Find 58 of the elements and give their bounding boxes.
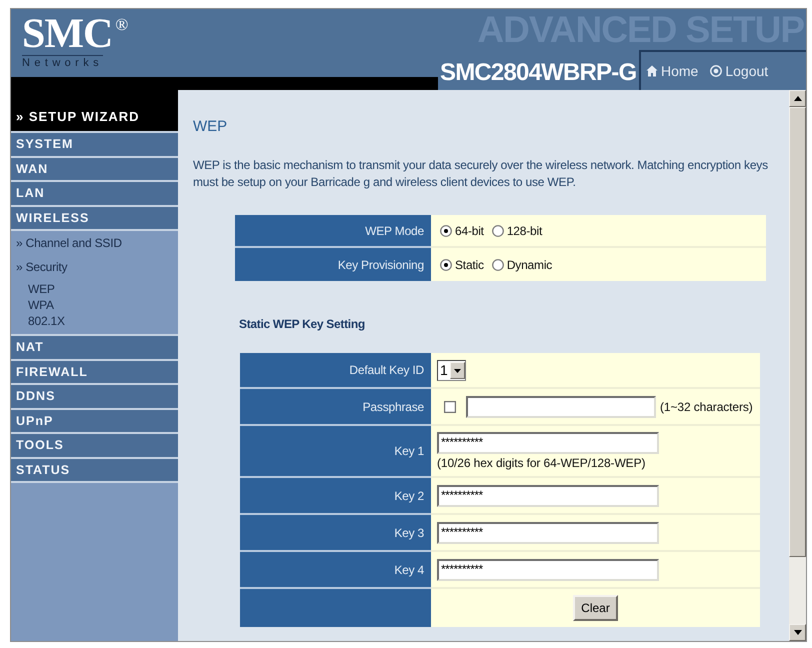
logout-link[interactable]: Logout (710, 63, 768, 79)
page-description: WEP is the basic mechanism to transmit your data securely over the wireless network. Matching encryption keys must be setup on your Barricade g and wireless client devices to use WEP. (193, 157, 768, 191)
sidebar-item[interactable]: STATUS (11, 458, 178, 481)
radio-label: 128-bit (506, 224, 542, 238)
radio-label: Static (455, 258, 484, 272)
sidebar-item[interactable]: UPnP (11, 410, 178, 432)
key-field[interactable]: ********** (437, 432, 659, 454)
caret-icon (450, 362, 465, 378)
field-label: Key 2 (240, 478, 431, 515)
passphrase-field[interactable] (466, 396, 656, 418)
hint-text: (1~32 characters) (660, 400, 753, 414)
field-label: WEP Mode (235, 215, 431, 248)
clear-button[interactable]: Clear (573, 595, 618, 621)
logo-subtitle: Networks (22, 55, 104, 69)
submenu-item[interactable]: WPA (28, 297, 54, 313)
radio-button[interactable] (492, 258, 504, 270)
field-label: Key 4 (240, 552, 431, 589)
down-arrow-icon (794, 630, 802, 635)
radio-label: Dynamic (506, 258, 552, 272)
submenu-item[interactable]: » Security (11, 255, 68, 279)
scrollbar-thumb[interactable] (789, 107, 806, 557)
radio-button[interactable] (440, 224, 452, 236)
checkbox[interactable] (444, 400, 456, 412)
model-name: SMC2804WBRP-G (439, 58, 636, 88)
scrollbar[interactable] (789, 90, 806, 641)
key-field[interactable]: ********** (437, 522, 659, 544)
sidebar-item[interactable]: LAN (11, 182, 178, 204)
field-label: Key 3 (240, 515, 431, 552)
sidebar-item[interactable]: WIRELESS (11, 206, 178, 229)
key-field[interactable]: ********** (437, 558, 659, 580)
circle-icon (710, 65, 722, 77)
sidebar-item[interactable]: WAN (11, 158, 178, 180)
key-field[interactable]: ********** (437, 484, 659, 506)
field-label: Key Provisioning (235, 248, 431, 281)
home-link[interactable]: Home (646, 63, 698, 79)
sidebar-item[interactable]: DDNS (11, 385, 178, 408)
field-label: Default Key ID (240, 353, 431, 389)
sidebar-item[interactable]: TOOLS (11, 434, 178, 456)
submenu-item[interactable]: WEP (28, 281, 55, 297)
submenu-item[interactable]: » Channel and SSID (11, 231, 122, 255)
page-title: WEP (193, 118, 228, 136)
field-label: Key 1 (240, 426, 431, 478)
scroll-down-button[interactable] (789, 624, 806, 641)
radio-button[interactable] (492, 224, 504, 236)
radio-button[interactable] (440, 258, 452, 270)
logo-text: SMC$^{®}$ (22, 16, 128, 52)
sidebar-item[interactable]: SYSTEM (11, 133, 178, 156)
radio-label: 64-bit (455, 224, 484, 238)
sidebar-item[interactable]: FIREWALL (11, 360, 178, 383)
home-icon (646, 65, 658, 77)
field-label: Passphrase (240, 389, 431, 426)
hint-text: (10/26 hex digits for 64-WEP/128-WEP) (437, 456, 646, 470)
key-id-select[interactable]: 1 (437, 360, 466, 380)
submenu-item[interactable]: 802.1X (28, 313, 65, 329)
section-title: Static WEP Key Setting (239, 316, 366, 332)
scroll-up-button[interactable] (789, 90, 806, 107)
up-arrow-icon (794, 96, 802, 101)
sidebar-item[interactable]: NAT (11, 336, 178, 358)
